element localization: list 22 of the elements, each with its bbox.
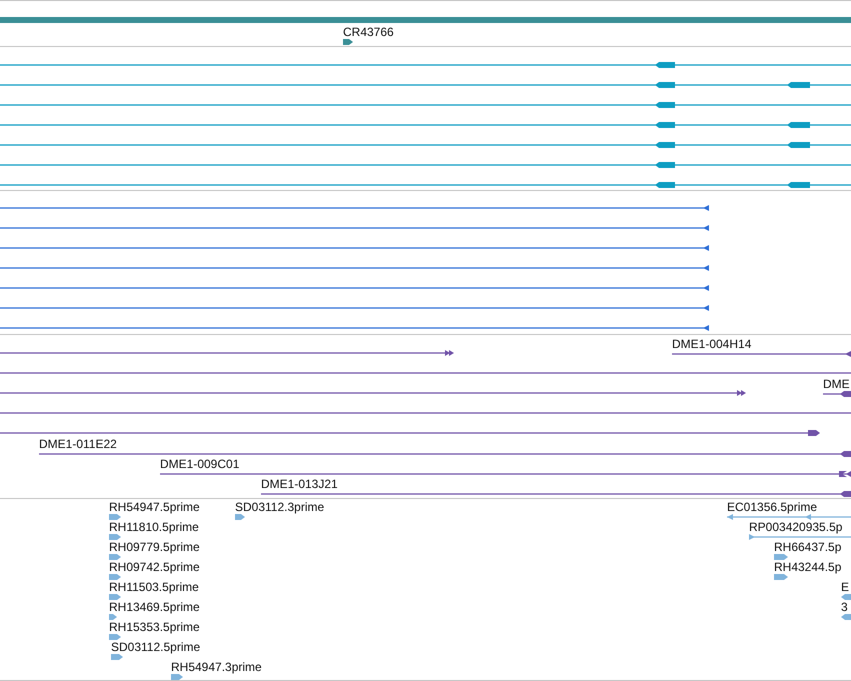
feature-label[interactable]: RH11503.5prime [109,580,199,594]
feature-label[interactable]: RP003420935.5p [749,520,842,534]
feature-label[interactable]: DME1-009C01 [160,457,240,471]
feature-label[interactable]: SD03112.3prime [235,500,324,514]
feature-label[interactable]: RH13469.5prime [109,600,200,614]
feature-label[interactable]: RH15353.5prime [109,620,200,634]
feature-label[interactable]: RH43244.5p [774,560,842,574]
feature-label[interactable]: DME1-011E22 [39,437,117,451]
feature-label[interactable]: RH11810.5prime [109,520,199,534]
feature-label[interactable]: SD03112.5prime [111,640,200,654]
feature-label[interactable]: RH09742.5prime [109,560,200,574]
feature-label[interactable]: E [841,580,850,594]
feature-label[interactable]: RH66437.5p [774,540,842,554]
feature-label[interactable]: RH54947.3prime [171,660,262,674]
feature-label[interactable]: RH54947.5prime [109,500,200,514]
feature-label[interactable]: 3 [841,600,848,614]
feature-label[interactable]: DME1-004H14 [672,337,752,351]
feature-label[interactable]: RH09779.5prime [109,540,200,554]
feature-label[interactable]: CR43766 [343,25,394,39]
feature-label[interactable]: DME1-013J21 [261,477,338,491]
feature-label[interactable]: DME [823,377,850,391]
feature-label[interactable]: EC01356.5prime [727,500,818,514]
